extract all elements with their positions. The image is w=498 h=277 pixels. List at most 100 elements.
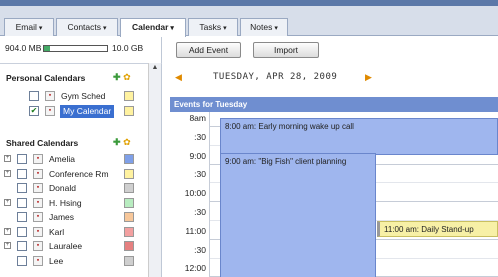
personal-calendars-title: Personal Calendars [6,73,86,83]
calendar-icon: ▪ [33,212,43,222]
calendar-name[interactable]: Lauralee [49,240,82,253]
calendar-icon: ▪ [33,168,43,179]
calendar-checkbox[interactable] [17,255,27,266]
calendar-item-shared: ▪ Donald [0,182,150,195]
left-panel: 904.0 MB 10.0 GB Personal Calendars ✚ ✿ … [0,37,162,277]
chevron-down-icon: ▾ [170,25,174,32]
current-date-title: TUESDAY, APR 28, 2009 [213,72,338,82]
calendar-name[interactable]: Karl [49,226,64,239]
tab-bar: Email ▾ Contacts ▾ Calendar ▾ Tasks ▾ Notes ▾ [0,6,498,37]
calendar-color-swatch[interactable] [124,212,134,222]
scroll-up-icon[interactable]: ▲ [149,63,161,73]
event-client-planning[interactable]: 9:00 am: "Big Fish" client planning [220,153,376,277]
calendar-item-shared: + ▪ H. Hsing [0,197,150,210]
time-label: 9:00 [189,150,206,161]
calendar-name[interactable]: James [49,211,74,224]
storage-bar [43,45,108,52]
calendar-color-swatch[interactable] [124,154,134,164]
calendar-icon: ▪ [33,197,43,208]
expand-icon[interactable]: + [4,198,11,206]
calendar-checkbox[interactable] [17,226,27,237]
day-header: Events for Tuesday [170,97,498,112]
calendar-name[interactable]: Conference Rm [49,168,109,181]
tab-contacts[interactable]: Contacts ▾ [56,18,118,36]
calendar-icon: ▪ [45,91,55,101]
calendar-item-shared: + ▪ Amelia [0,153,150,166]
calendar-item-shared: + ▪ Lauralee [0,240,150,253]
time-label: :30 [194,207,206,217]
calendar-color-swatch[interactable] [124,226,134,237]
left-panel-scrollbar[interactable]: ▲ [148,63,161,277]
day-grid[interactable]: 8am :30 9:00 :30 10:00 :30 11:00 :30 12:00 8:00 … [170,112,498,277]
calendar-name[interactable]: Gym Sched [61,90,105,103]
calendar-color-swatch[interactable] [124,241,134,251]
time-label: 11:00 [185,225,206,236]
calendar-icon: ▪ [33,183,43,193]
calendar-checkbox[interactable] [29,91,39,101]
chevron-down-icon: ▾ [223,25,227,32]
add-event-button[interactable]: Add Event [176,42,241,58]
storage-quota: 904.0 MB 10.0 GB [5,41,155,55]
chevron-down-icon: ▾ [274,25,278,32]
calendar-name[interactable]: Amelia [49,153,75,166]
previous-day-icon[interactable]: ◀ [175,72,182,83]
expand-icon[interactable]: + [4,155,11,162]
tab-tasks[interactable]: Tasks ▾ [188,18,238,36]
calendar-color-swatch[interactable] [124,255,134,266]
calendar-color-swatch[interactable] [124,106,134,116]
calendar-icon: ▪ [33,154,43,164]
time-column-divider [209,112,210,277]
expand-icon[interactable]: + [4,227,11,235]
import-button[interactable]: Import [253,42,319,58]
calendar-item-shared: ▪ Lee [0,255,150,268]
time-label: 10:00 [184,188,206,199]
expand-icon[interactable]: + [4,242,11,249]
calendar-checkbox[interactable] [17,168,27,179]
storage-used: 904.0 MB [5,43,42,53]
chevron-down-icon: ▾ [38,25,43,32]
calendar-name[interactable]: My Calendar [60,105,115,118]
calendar-color-swatch[interactable] [124,168,134,179]
calendar-checkbox[interactable] [17,212,27,222]
calendar-color-swatch[interactable] [124,197,134,208]
calendar-checkbox[interactable] [17,241,27,251]
calendar-icon: ▪ [33,226,43,237]
gear-icon[interactable]: ✿ [123,72,131,82]
calendar-color-swatch[interactable] [124,183,134,193]
calendar-checkbox[interactable] [17,183,27,193]
calendar-name[interactable]: Lee [49,255,63,268]
time-label: 12:00 [184,263,206,274]
calendar-toolbar: Add Event Import [163,37,498,61]
calendar-color-swatch[interactable] [124,91,134,101]
calendar-icon: ▪ [33,255,43,266]
add-icon[interactable]: ✚ [113,72,121,82]
shared-calendars-actions: ✚ ✿ [113,137,131,148]
calendar-item-shared: + ▪ Conference Rm [0,168,150,181]
tab-notes[interactable]: Notes ▾ [240,18,288,36]
shared-calendars-title: Shared Calendars [6,138,79,148]
calendar-item-shared: ▪ James [0,211,150,224]
storage-bar-fill [44,46,50,51]
calendar-name[interactable]: H. Hsing [49,197,82,210]
calendar-checkbox[interactable]: ✔ [29,106,39,116]
time-label: :30 [194,131,206,142]
time-label: :30 [194,169,206,180]
next-day-icon[interactable]: ▶ [365,72,372,83]
event-early-morning[interactable]: 8:00 am: Early morning wake up call [220,118,498,155]
storage-total: 10.0 GB [112,43,144,53]
calendar-checkbox[interactable] [17,197,27,208]
time-label: 8am [189,113,206,123]
calendar-icon: ▪ [33,241,43,251]
gear-icon[interactable]: ✿ [123,137,131,147]
time-label: :30 [194,244,206,255]
divider [0,63,162,64]
event-daily-standup[interactable]: 11:00 am: Daily Stand-up [377,221,498,237]
expand-icon[interactable]: + [4,169,11,177]
calendar-name[interactable]: Donald [49,182,76,195]
tab-email[interactable]: Email ▾ [4,18,54,36]
calendar-checkbox[interactable] [17,154,27,164]
add-icon[interactable]: ✚ [113,137,121,147]
tab-calendar[interactable]: Calendar ▾ [120,18,186,37]
personal-calendars-actions: ✚ ✿ [113,72,131,83]
calendar-item-my-calendar: ✔ ▪ My Calendar [0,105,150,118]
